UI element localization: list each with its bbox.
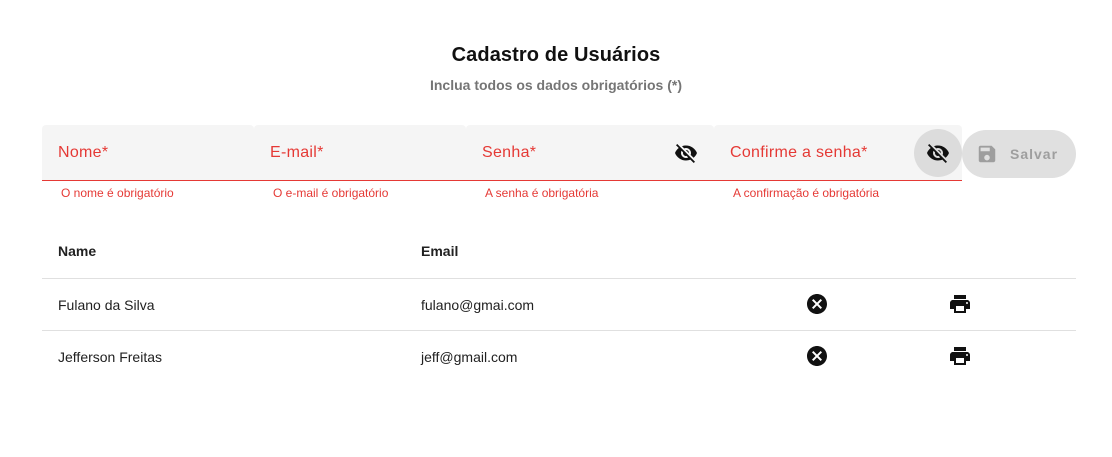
email-field-label: E-mail* — [270, 144, 324, 161]
table-row: Fulano da Silva fulano@gmai.com — [42, 279, 1076, 331]
cell-name: Fulano da Silva — [58, 297, 155, 313]
cancel-icon — [807, 294, 827, 314]
page-subtitle: Inclua todos os dados obrigatórios (*) — [429, 77, 682, 93]
confirm-password-field[interactable]: Confirme a senha* — [714, 125, 962, 181]
name-field-error: O nome é obrigatório — [61, 186, 174, 200]
toggle-password-visibility-button[interactable] — [662, 129, 710, 177]
name-field-label: Nome* — [58, 144, 109, 161]
name-field[interactable]: Nome* — [42, 125, 254, 181]
eye-off-icon — [675, 144, 697, 163]
email-field[interactable]: E-mail* — [254, 125, 466, 181]
cancel-icon — [807, 346, 827, 366]
save-button-label: Salvar — [1010, 146, 1059, 162]
password-field-label: Senha* — [482, 144, 537, 161]
column-header-name: Name — [58, 243, 97, 259]
users-table: Name Email Fulano da Silva fulano@gmai.c… — [42, 226, 1076, 383]
eye-off-icon — [927, 144, 949, 163]
column-header-email: Email — [421, 243, 459, 259]
print-icon — [950, 295, 970, 313]
print-user-button[interactable] — [948, 292, 972, 316]
email-field-error: O e-mail é obrigatório — [273, 186, 389, 200]
print-user-button[interactable] — [948, 344, 972, 368]
registration-form: Nome* O nome é obrigatório E-mail* O e-m… — [42, 125, 1076, 205]
save-button[interactable]: Salvar — [962, 130, 1076, 178]
save-icon — [978, 145, 996, 163]
page-header: Cadastro de Usuários Inclua todos os dad… — [0, 44, 1112, 93]
cell-email: jeff@gmail.com — [421, 349, 518, 365]
password-field[interactable]: Senha* — [466, 125, 714, 181]
page-title: Cadastro de Usuários — [451, 44, 661, 66]
table-header: Name Email — [42, 226, 1076, 279]
toggle-confirm-password-visibility-button[interactable] — [914, 129, 962, 177]
confirm-password-field-error: A confirmação é obrigatória — [733, 186, 880, 200]
print-icon — [950, 347, 970, 365]
confirm-password-field-label: Confirme a senha* — [730, 144, 868, 161]
delete-user-button[interactable] — [805, 292, 829, 316]
password-field-error: A senha é obrigatória — [485, 186, 599, 200]
cell-name: Jefferson Freitas — [58, 349, 163, 365]
delete-user-button[interactable] — [805, 344, 829, 368]
table-row: Jefferson Freitas jeff@gmail.com — [42, 331, 1076, 383]
cell-email: fulano@gmai.com — [421, 297, 535, 313]
